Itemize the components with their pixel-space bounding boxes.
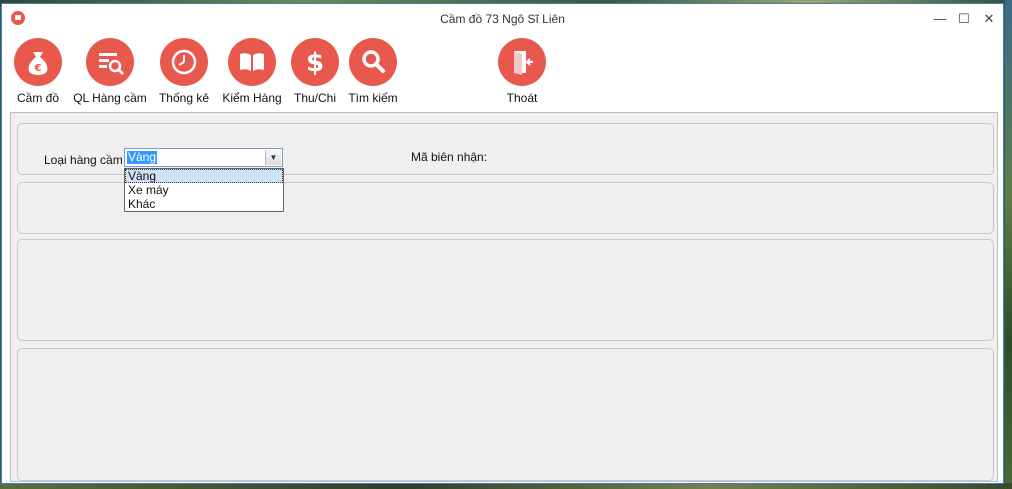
- dropdown-option-khac[interactable]: Khác: [125, 197, 283, 211]
- loai-hang-cam-label: Loại hàng cầm: [44, 153, 123, 167]
- thoat-button[interactable]: Thoát: [498, 38, 546, 105]
- thu-chi-button[interactable]: $ Thu/Chi: [291, 38, 339, 105]
- window-title: Cầm đồ 73 Ngô Sĩ Liên: [440, 12, 565, 26]
- kiem-hang-button[interactable]: Kiểm Hàng: [221, 38, 283, 105]
- thoat-label: Thoát: [506, 91, 538, 105]
- title-bar[interactable]: Cầm đồ 73 Ngô Sĩ Liên — ☐ ✕: [2, 4, 1003, 34]
- results-panel: [17, 348, 994, 481]
- money-bag-icon: €: [14, 38, 62, 86]
- svg-text:$: $: [306, 48, 324, 78]
- search-panel: Loại hàng cầm Vàng ▼ Vàng Xe máy Khác Mã…: [17, 123, 994, 212]
- thong-ke-button[interactable]: Thống kê: [158, 38, 210, 105]
- combobox-selected-value: Vàng: [127, 150, 158, 164]
- exit-door-icon: [498, 38, 546, 86]
- cam-do-label: Cầm đồ: [16, 91, 60, 105]
- book-icon: [228, 38, 276, 86]
- maximize-button[interactable]: ☐: [953, 10, 975, 28]
- cam-do-button[interactable]: € Cầm đồ: [14, 38, 62, 105]
- details-panel: [17, 239, 994, 341]
- loai-hang-cam-dropdown[interactable]: Vàng Xe máy Khác: [124, 168, 284, 212]
- loai-hang-cam-combobox[interactable]: Vàng ▼: [124, 148, 283, 167]
- tim-kiem-button[interactable]: Tìm kiếm: [348, 38, 398, 105]
- kiem-hang-label: Kiểm Hàng: [222, 91, 282, 105]
- svg-text:€: €: [34, 63, 42, 74]
- ql-hang-cam-label: QL Hàng cầm: [73, 91, 147, 105]
- search-icon: [349, 38, 397, 86]
- ql-hang-cam-button[interactable]: QL Hàng cầm: [71, 38, 149, 105]
- dropdown-option-vang[interactable]: Vàng: [125, 169, 283, 183]
- close-button[interactable]: ✕: [978, 10, 1000, 28]
- chevron-down-icon[interactable]: ▼: [265, 150, 281, 165]
- app-window: Cầm đồ 73 Ngô Sĩ Liên — ☐ ✕ € Cầm đồ QL …: [1, 3, 1004, 484]
- desktop-background-right: [1005, 0, 1012, 489]
- minimize-button[interactable]: —: [929, 10, 951, 28]
- ma-bien-nhan-label: Mã biên nhận:: [411, 150, 488, 164]
- content-area: Loại hàng cầm Vàng ▼ Vàng Xe máy Khác Mã…: [10, 112, 998, 482]
- search-list-icon: [86, 38, 134, 86]
- thong-ke-label: Thống kê: [158, 91, 210, 105]
- clock-icon: [160, 38, 208, 86]
- dollar-icon: $: [291, 38, 339, 86]
- thu-chi-label: Thu/Chi: [293, 91, 337, 105]
- main-toolbar: € Cầm đồ QL Hàng cầm Thống kê Kiểm Hàng …: [2, 34, 1003, 110]
- tim-kiem-label: Tìm kiếm: [348, 91, 398, 105]
- dropdown-option-xe-may[interactable]: Xe máy: [125, 183, 283, 197]
